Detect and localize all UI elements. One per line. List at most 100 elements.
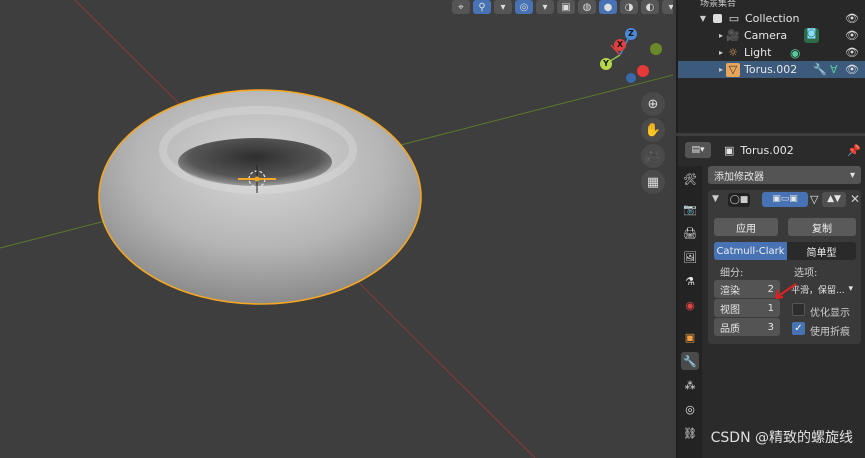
quality-label: 品质 — [720, 323, 740, 335]
options-label: 选项: — [794, 268, 818, 279]
hand-icon[interactable]: ✋ — [641, 118, 665, 142]
quality-value: 3 — [767, 321, 774, 333]
camera-icon: 🎥 — [726, 29, 740, 42]
grid-view-icon[interactable]: ▦ — [641, 170, 665, 194]
eye-icon[interactable]: 👁 — [845, 29, 859, 42]
collapse-triangle-icon[interactable]: ▼ — [712, 194, 719, 204]
snap-icon[interactable]: ⚲ — [473, 0, 491, 14]
properties-panel: ▤▾ ▣ Torus.002 📌 🛠 📷 🖨 🖼 ⚗ ◉ ▣ 🔧 ⁂ ◎ ⛓ 添… — [676, 136, 865, 458]
use-creases-checkbox[interactable]: ✓ — [792, 322, 805, 335]
on-cage-icon[interactable]: ▽ — [810, 193, 818, 206]
mesh-data-icon[interactable]: ∀ — [830, 63, 838, 76]
outliner-item-label: Collection — [745, 12, 800, 25]
use-creases-label: 使用折痕 — [810, 327, 850, 338]
optimal-display-checkbox[interactable] — [792, 303, 805, 316]
chevron-down-icon[interactable]: ▾ — [536, 0, 554, 14]
simple-option[interactable]: 简单型 — [787, 242, 856, 260]
red-arrow-annotation — [774, 283, 797, 300]
quality-field[interactable]: 品质 3 — [714, 318, 780, 336]
rendered-shading-icon[interactable]: ◐ — [641, 0, 659, 14]
move-up-down-icon[interactable]: ▲▼ — [822, 192, 846, 207]
neg-y-axis-icon[interactable] — [650, 43, 662, 55]
chevron-down-icon[interactable]: ▾ — [662, 0, 673, 14]
pivot-icon[interactable]: ⌖ — [452, 0, 470, 14]
eye-icon[interactable]: 👁 — [845, 12, 859, 25]
expand-triangle-icon[interactable]: ▸ — [716, 31, 726, 40]
object-name: Torus.002 — [740, 143, 794, 157]
material-shading-icon[interactable]: ◑ — [620, 0, 638, 14]
optimal-display-label: 优化显示 — [810, 308, 850, 319]
constraints-tab-icon[interactable]: ⛓ — [681, 424, 699, 442]
expand-triangle-icon[interactable]: ▸ — [716, 65, 726, 74]
neg-z-axis-icon[interactable] — [626, 73, 636, 83]
viewport-levels-label: 视图 — [720, 304, 740, 316]
expand-triangle-icon[interactable]: ▼ — [698, 14, 708, 23]
viewport-header: ⌖ ⚲ ▾ ◎ ▾ ▣ ◍ ● ◑ ◐ ▾ — [452, 0, 673, 14]
add-modifier-label: 添加修改器 — [714, 171, 764, 183]
render-levels-label: 渲染 — [720, 285, 740, 297]
properties-tabs: 🛠 📷 🖨 🖼 ⚗ ◉ ▣ 🔧 ⁂ ◎ ⛓ — [678, 166, 702, 458]
3d-viewport[interactable]: ⌖ ⚲ ▾ ◎ ▾ ▣ ◍ ● ◑ ◐ ▾ Z X Y ⊕ ✋ 🎥 ▦ — [0, 0, 673, 458]
light-data-icon[interactable]: ◉ — [790, 46, 800, 60]
wrench-icon[interactable]: 🔧 — [813, 63, 827, 76]
scene-collection-label: 场景集合 — [700, 0, 737, 9]
editor-type-icon[interactable]: ▤▾ — [685, 142, 711, 158]
object-icon: ▣ — [724, 143, 735, 157]
outliner-header: 场景集合 — [678, 0, 865, 10]
expand-triangle-icon[interactable]: ▸ — [716, 48, 726, 57]
outliner-item-light[interactable]: ▸ ☼ Light ◉ 👁 — [678, 44, 865, 61]
physics-tab-icon[interactable]: ◎ — [681, 400, 699, 418]
camera-view-icon[interactable]: 🎥 — [641, 144, 665, 168]
outliner-item-label: Light — [744, 46, 772, 59]
chevron-down-icon[interactable]: ▾ — [494, 0, 512, 14]
output-tab-icon[interactable]: 🖨 — [681, 224, 699, 242]
viewport-levels-value: 1 — [767, 302, 774, 314]
outliner-item-collection[interactable]: ▼ ▭ Collection 👁 — [678, 10, 865, 27]
y-axis-icon[interactable]: Y — [600, 58, 612, 70]
apply-button[interactable]: 应用 — [714, 218, 778, 236]
object-origin — [254, 176, 260, 182]
chevron-down-icon: ▾ — [849, 169, 855, 181]
xray-icon[interactable]: ▣ — [557, 0, 575, 14]
eye-icon[interactable]: 👁 — [845, 46, 859, 59]
tool-tab-icon[interactable]: 🛠 — [681, 170, 699, 188]
outliner-item-label: Torus.002 — [744, 63, 798, 76]
visibility-toggles-icon[interactable]: ▣▭▣ — [762, 192, 808, 207]
outliner-item-torus[interactable]: ▸ ▽ Torus.002 🔧 ∀ 👁 — [678, 61, 865, 78]
viewport-scene — [0, 0, 673, 458]
outliner-panel: 场景集合 ▼ ▭ Collection 👁 ▸ 🎥 Camera ◙ 👁 ▸ ☼… — [676, 0, 865, 133]
collection-icon: ▭ — [728, 12, 740, 25]
outliner-item-label: Camera — [744, 29, 788, 42]
x-axis-icon[interactable]: X — [614, 39, 626, 51]
subdivisions-label: 细分: — [720, 268, 744, 279]
view-layer-tab-icon[interactable]: 🖼 — [681, 248, 699, 266]
torus-body — [98, 89, 422, 305]
subdivision-modifier-panel: ▼ ◯■ ▣▭▣ ▽ ▲▼ ✕ 应用 复制 Catmull-Clark 简单型 … — [708, 190, 861, 344]
neg-x-axis-icon[interactable] — [637, 65, 649, 77]
mesh-icon: ▽ — [726, 62, 740, 77]
modifier-type-icon: ◯■ — [728, 193, 750, 207]
zoom-icon[interactable]: ⊕ — [641, 92, 665, 116]
overlay-icon[interactable]: ◎ — [515, 0, 533, 14]
properties-header: ▤▾ ▣ Torus.002 📌 — [678, 136, 865, 164]
watermark: CSDN @精致的螺旋线 — [710, 430, 853, 446]
modifier-tab-icon[interactable]: 🔧 — [681, 352, 699, 370]
add-modifier-dropdown[interactable]: 添加修改器 ▾ — [708, 166, 861, 184]
object-tab-icon[interactable]: ▣ — [681, 328, 699, 346]
camera-data-icon[interactable]: ◙ — [804, 28, 819, 43]
light-icon: ☼ — [728, 46, 738, 59]
pin-icon[interactable]: 📌 — [847, 144, 861, 157]
close-icon[interactable]: ✕ — [850, 192, 860, 206]
solid-shading-icon[interactable]: ● — [599, 0, 617, 14]
eye-icon[interactable]: 👁 — [845, 63, 859, 76]
world-tab-icon[interactable]: ◉ — [681, 296, 699, 314]
scene-tab-icon[interactable]: ⚗ — [681, 272, 699, 290]
checkbox-icon[interactable] — [713, 14, 722, 23]
particles-tab-icon[interactable]: ⁂ — [681, 376, 699, 394]
z-axis-icon[interactable]: Z — [625, 28, 637, 40]
catmull-clark-option[interactable]: Catmull-Clark — [714, 242, 787, 260]
outliner-item-camera[interactable]: ▸ 🎥 Camera ◙ 👁 — [678, 27, 865, 44]
copy-button[interactable]: 复制 — [788, 218, 856, 236]
render-tab-icon[interactable]: 📷 — [681, 200, 699, 218]
wireframe-shading-icon[interactable]: ◍ — [578, 0, 596, 14]
